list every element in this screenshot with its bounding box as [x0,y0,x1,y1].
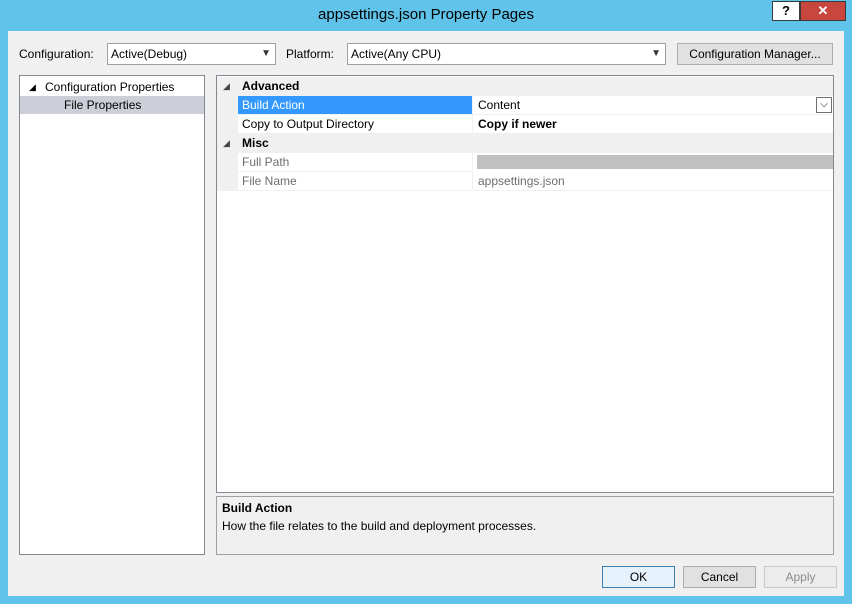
platform-label: Platform: [286,47,335,61]
row-gutter [217,96,238,115]
help-button[interactable]: ? [772,1,800,21]
tree-item-file-properties[interactable]: File Properties [20,96,204,114]
property-tree: ◢ Configuration Properties File Properti… [19,75,205,555]
dialog-window: appsettings.json Property Pages ? ✕ Conf… [0,0,852,604]
chevron-down-icon: ▼ [651,48,661,59]
cancel-button[interactable]: Cancel [683,566,756,588]
expanded-triangle-icon[interactable]: ◢ [223,77,230,96]
tree-item-label: File Properties [64,98,142,112]
category-advanced[interactable]: ◢ Advanced [217,77,833,96]
property-name[interactable]: Build Action [238,96,472,115]
column-divider [472,153,473,172]
property-row-build-action[interactable]: Build Action Content ⌵ [217,96,833,115]
property-value[interactable]: Copy if newer [473,115,833,134]
property-row-copy-to-output[interactable]: Copy to Output Directory Copy if newer [217,115,833,134]
description-text: How the file relates to the build and de… [222,519,537,533]
title-bar[interactable]: appsettings.json Property Pages ? ✕ [0,0,852,30]
platform-value: Active(Any CPU) [351,47,442,61]
category-label: Misc [242,136,269,150]
close-icon: ✕ [817,3,829,18]
tree-item-configuration-properties[interactable]: ◢ Configuration Properties [20,78,204,96]
description-title: Build Action [222,501,293,515]
dialog-client-area: Configuration: Active(Debug) ▼ Platform:… [8,31,844,596]
build-action-value[interactable]: Content ⌵ [473,96,833,115]
chevron-down-icon[interactable]: ⌵ [816,97,832,113]
close-button[interactable]: ✕ [800,1,846,21]
row-gutter [217,153,238,172]
property-value: Content [478,98,521,112]
property-name[interactable]: Full Path [238,153,472,172]
configuration-label: Configuration: [19,47,94,61]
redacted-full-path [477,155,833,169]
property-value[interactable]: appsettings.json [473,172,833,191]
property-row-file-name[interactable]: File Name appsettings.json [217,172,833,191]
tree-item-label: Configuration Properties [45,80,175,94]
window-title: appsettings.json Property Pages [318,6,534,23]
row-gutter [217,115,238,134]
property-name[interactable]: File Name [238,172,472,191]
description-pane: Build Action How the file relates to the… [216,496,834,555]
chevron-down-icon: ▼ [261,48,271,59]
category-label: Advanced [242,79,300,93]
row-gutter [217,172,238,191]
configuration-manager-button[interactable]: Configuration Manager... [677,43,833,65]
expanded-triangle-icon[interactable]: ◢ [29,78,36,96]
property-row-full-path[interactable]: Full Path [217,153,833,172]
property-name[interactable]: Copy to Output Directory [238,115,472,134]
property-grid: ◢ Advanced Build Action Content ⌵ Copy t… [216,75,834,493]
apply-button[interactable]: Apply [764,566,837,588]
configuration-value: Active(Debug) [111,47,188,61]
ok-button[interactable]: OK [602,566,675,588]
category-misc[interactable]: ◢ Misc [217,134,833,153]
configuration-combo[interactable]: Active(Debug) ▼ [107,43,276,65]
platform-combo[interactable]: Active(Any CPU) ▼ [347,43,666,65]
expanded-triangle-icon[interactable]: ◢ [223,134,230,153]
